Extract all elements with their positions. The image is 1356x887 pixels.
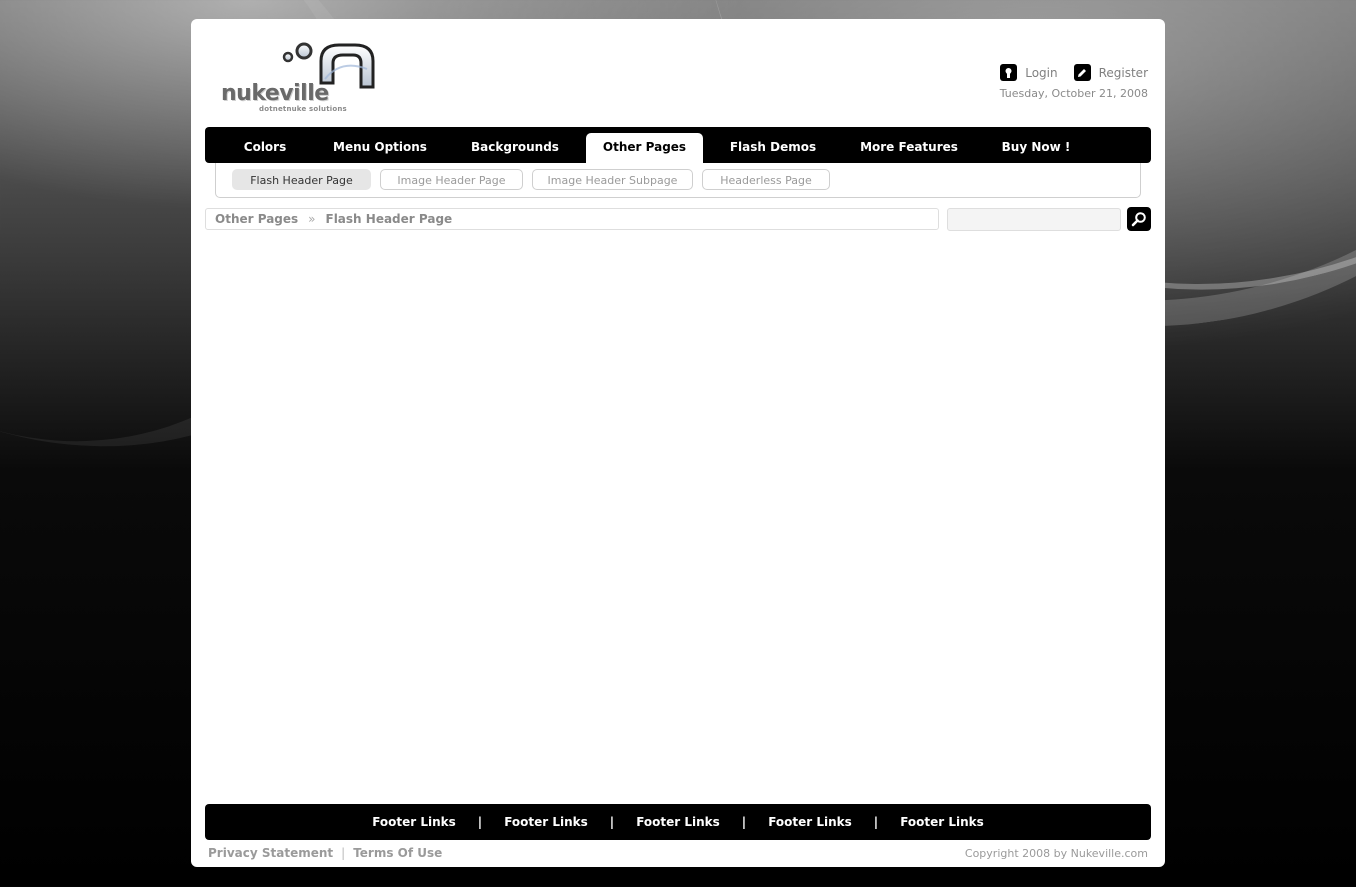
keyhole-icon xyxy=(1000,64,1018,81)
sub-navigation: Flash Header Page Image Header Page Imag… xyxy=(215,163,1141,198)
privacy-statement-link[interactable]: Privacy Statement xyxy=(208,846,333,860)
footer-link[interactable]: Footer Links xyxy=(768,815,852,829)
footer-separator: | xyxy=(873,815,879,829)
current-date: Tuesday, October 21, 2008 xyxy=(999,87,1148,100)
content-area xyxy=(205,241,1151,796)
footer-link[interactable]: Footer Links xyxy=(636,815,720,829)
nav-item-more-features[interactable]: More Features xyxy=(857,133,961,163)
register-label: Register xyxy=(1098,65,1148,80)
footer-link[interactable]: Footer Links xyxy=(504,815,588,829)
subnav-item-headerless-page[interactable]: Headerless Page xyxy=(702,169,830,190)
footer-links-bar: Footer Links | Footer Links | Footer Lin… xyxy=(205,804,1151,840)
nav-item-flash-demos[interactable]: Flash Demos xyxy=(727,133,819,163)
nav-item-backgrounds[interactable]: Backgrounds xyxy=(467,133,563,163)
terms-of-use-link[interactable]: Terms Of Use xyxy=(353,846,442,860)
register-link[interactable]: Register xyxy=(1073,64,1148,81)
nav-item-other-pages[interactable]: Other Pages xyxy=(586,133,703,163)
page-container: nukeville dotnetnuke solutions Login Reg… xyxy=(191,19,1165,867)
nav-item-colors[interactable]: Colors xyxy=(233,133,297,163)
legal-divider: | xyxy=(341,846,346,860)
footer-separator: | xyxy=(609,815,615,829)
footer-link[interactable]: Footer Links xyxy=(900,815,984,829)
breadcrumb-item[interactable]: Flash Header Page xyxy=(326,209,453,229)
footer-separator: | xyxy=(741,815,747,829)
breadcrumb-separator: » xyxy=(308,212,316,226)
copyright-notice: Copyright 2008 by Nukeville.com xyxy=(964,847,1148,860)
login-label: Login xyxy=(1025,65,1058,80)
legal-links: Privacy Statement | Terms Of Use xyxy=(208,846,442,860)
subnav-item-image-header-subpage[interactable]: Image Header Subpage xyxy=(532,169,693,190)
login-link[interactable]: Login xyxy=(1000,64,1058,81)
search-input[interactable] xyxy=(947,208,1121,231)
site-logo[interactable]: nukeville dotnetnuke solutions xyxy=(221,39,391,117)
footer-separator: | xyxy=(477,815,483,829)
search-icon xyxy=(1131,212,1146,227)
breadcrumb: Other Pages » Flash Header Page xyxy=(205,208,939,230)
search-button[interactable] xyxy=(1127,207,1151,231)
nav-item-buy-now[interactable]: Buy Now ! xyxy=(997,133,1075,163)
breadcrumb-item[interactable]: Other Pages xyxy=(215,209,298,229)
account-links: Login Register xyxy=(1000,64,1148,81)
main-navigation: Colors Menu Options Backgrounds Other Pa… xyxy=(205,127,1151,163)
logo-tagline: dotnetnuke solutions xyxy=(259,105,347,113)
nav-item-menu-options[interactable]: Menu Options xyxy=(331,133,429,163)
subnav-item-image-header-page[interactable]: Image Header Page xyxy=(380,169,523,190)
logo-wordmark: nukeville xyxy=(221,81,329,106)
subnav-item-flash-header-page[interactable]: Flash Header Page xyxy=(232,169,371,190)
pencil-icon xyxy=(1073,64,1091,81)
footer-link[interactable]: Footer Links xyxy=(372,815,456,829)
